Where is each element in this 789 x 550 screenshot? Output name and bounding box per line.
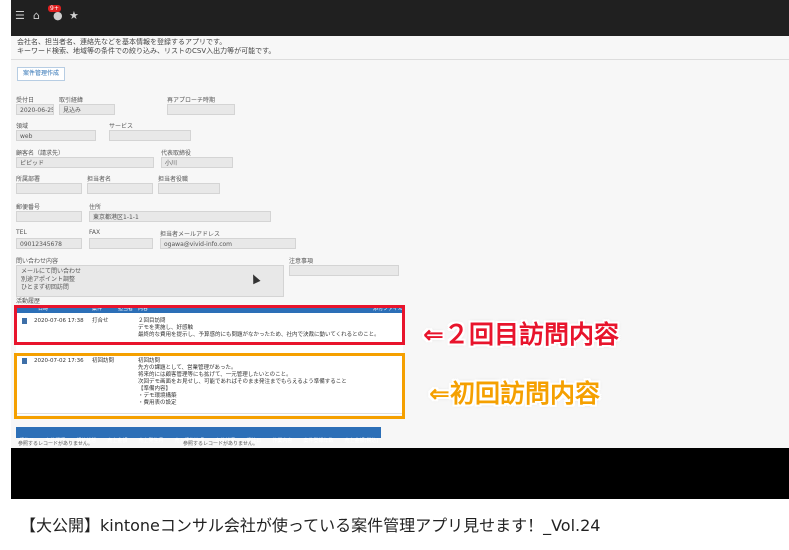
receipt-date-field[interactable]: 2020-06-25 — [16, 104, 54, 115]
tel-field[interactable]: 09012345678 — [16, 238, 82, 249]
tab-sales-amount[interactable]: 売上金額 — [104, 436, 130, 447]
inquiry-label: 問い合わせ内容 — [16, 258, 59, 265]
department-label: 所属部署 — [16, 176, 41, 183]
email-field[interactable]: ogawa@vivid-info.com — [160, 238, 296, 249]
browser-toolbar: ☰ ⌂ 9+ ● ★ — [11, 0, 789, 36]
history-label: 活動履歴 — [16, 298, 41, 305]
staff-name-field[interactable] — [87, 183, 153, 194]
customer-label: 顧客名（請求先） — [16, 150, 65, 157]
menu-icon[interactable]: ☰ — [15, 10, 25, 22]
no-record-message-left: 参照するレコードがありません。 — [18, 441, 93, 447]
route-field[interactable]: 見込み — [59, 104, 115, 115]
notes-label: 注意事項 — [289, 258, 314, 265]
fax-field[interactable] — [89, 238, 153, 249]
department-field[interactable] — [16, 183, 82, 194]
route-label: 取引経緯 — [59, 97, 84, 104]
first-visit-highlight — [14, 353, 405, 419]
staff-title-label: 担当者役職 — [158, 176, 189, 183]
category-label: 領域 — [16, 123, 29, 130]
fax-label: FAX — [89, 229, 101, 236]
second-visit-annotation: ⇐２回目訪問内容 — [423, 320, 619, 349]
staff-title-field[interactable] — [158, 183, 220, 194]
video-player[interactable]: ☰ ⌂ 9+ ● ★ 会社名、担当者名、連絡先などを基本情報を登録するアプリです… — [11, 0, 789, 499]
related-records-tabs-right: 契約管理 案件状況 受注日 作業内容 案件登録年数 売上金額(税込) — [181, 427, 382, 444]
representative-label: 代表取締役 — [161, 150, 192, 157]
tab-work-content[interactable]: 作業内容 — [269, 436, 295, 447]
second-visit-highlight — [14, 305, 405, 345]
category-field[interactable]: web — [16, 130, 96, 141]
tel-label: TEL — [16, 229, 27, 236]
video-title: 【大公開】kintoneコンサル会社が使っている案件管理アプリ見せます！_Vol… — [20, 516, 601, 535]
approach-field[interactable] — [167, 104, 235, 115]
divider — [11, 59, 789, 60]
service-field[interactable] — [109, 130, 191, 141]
notes-field[interactable] — [289, 265, 399, 276]
representative-field[interactable]: 小川 — [161, 157, 233, 168]
staff-name-label: 担当者名 — [87, 176, 112, 183]
customer-field[interactable]: ピピッド — [16, 157, 154, 168]
kintone-app-screen: 会社名、担当者名、連絡先などを基本情報を登録するアプリです。 キーワード検索、地… — [11, 36, 789, 448]
address-label: 住所 — [89, 204, 102, 211]
zip-field[interactable] — [16, 211, 82, 222]
tab-sales-tax-included[interactable]: 売上金額(税込) — [342, 436, 382, 447]
video-bottom-bar — [11, 448, 789, 499]
create-record-button[interactable]: 案件管理作成 — [17, 67, 66, 81]
email-label: 担当者メールアドレス — [160, 231, 221, 238]
star-icon[interactable]: ★ — [69, 10, 79, 22]
zip-label: 郵便番号 — [16, 204, 41, 211]
first-visit-annotation: ⇐初回訪問内容 — [429, 379, 600, 408]
related-records-tabs-left: 契約日 案件種類 契約状態 売上金額 売上発生月 売上金額 — [16, 427, 198, 444]
home-icon[interactable]: ⌂ — [33, 10, 40, 22]
receipt-date-label: 受付日 — [16, 97, 35, 104]
address-field[interactable]: 東京都港区1-1-1 — [89, 211, 271, 222]
bell-icon[interactable]: ● — [53, 10, 63, 22]
tab-registration-years[interactable]: 案件登録年数 — [300, 436, 336, 447]
approach-label: 再アプローチ時期 — [167, 97, 216, 104]
inquiry-field[interactable]: メールにて問い合わせ 別途アポイント調整 ひとまず初回訪問 — [16, 265, 284, 297]
no-record-message-right: 参照するレコードがありません。 — [183, 441, 258, 447]
service-label: サービス — [109, 123, 134, 130]
app-description: 会社名、担当者名、連絡先などを基本情報を登録するアプリです。 キーワード検索、地… — [17, 38, 276, 55]
tab-sales-month[interactable]: 売上発生月 — [135, 436, 166, 447]
